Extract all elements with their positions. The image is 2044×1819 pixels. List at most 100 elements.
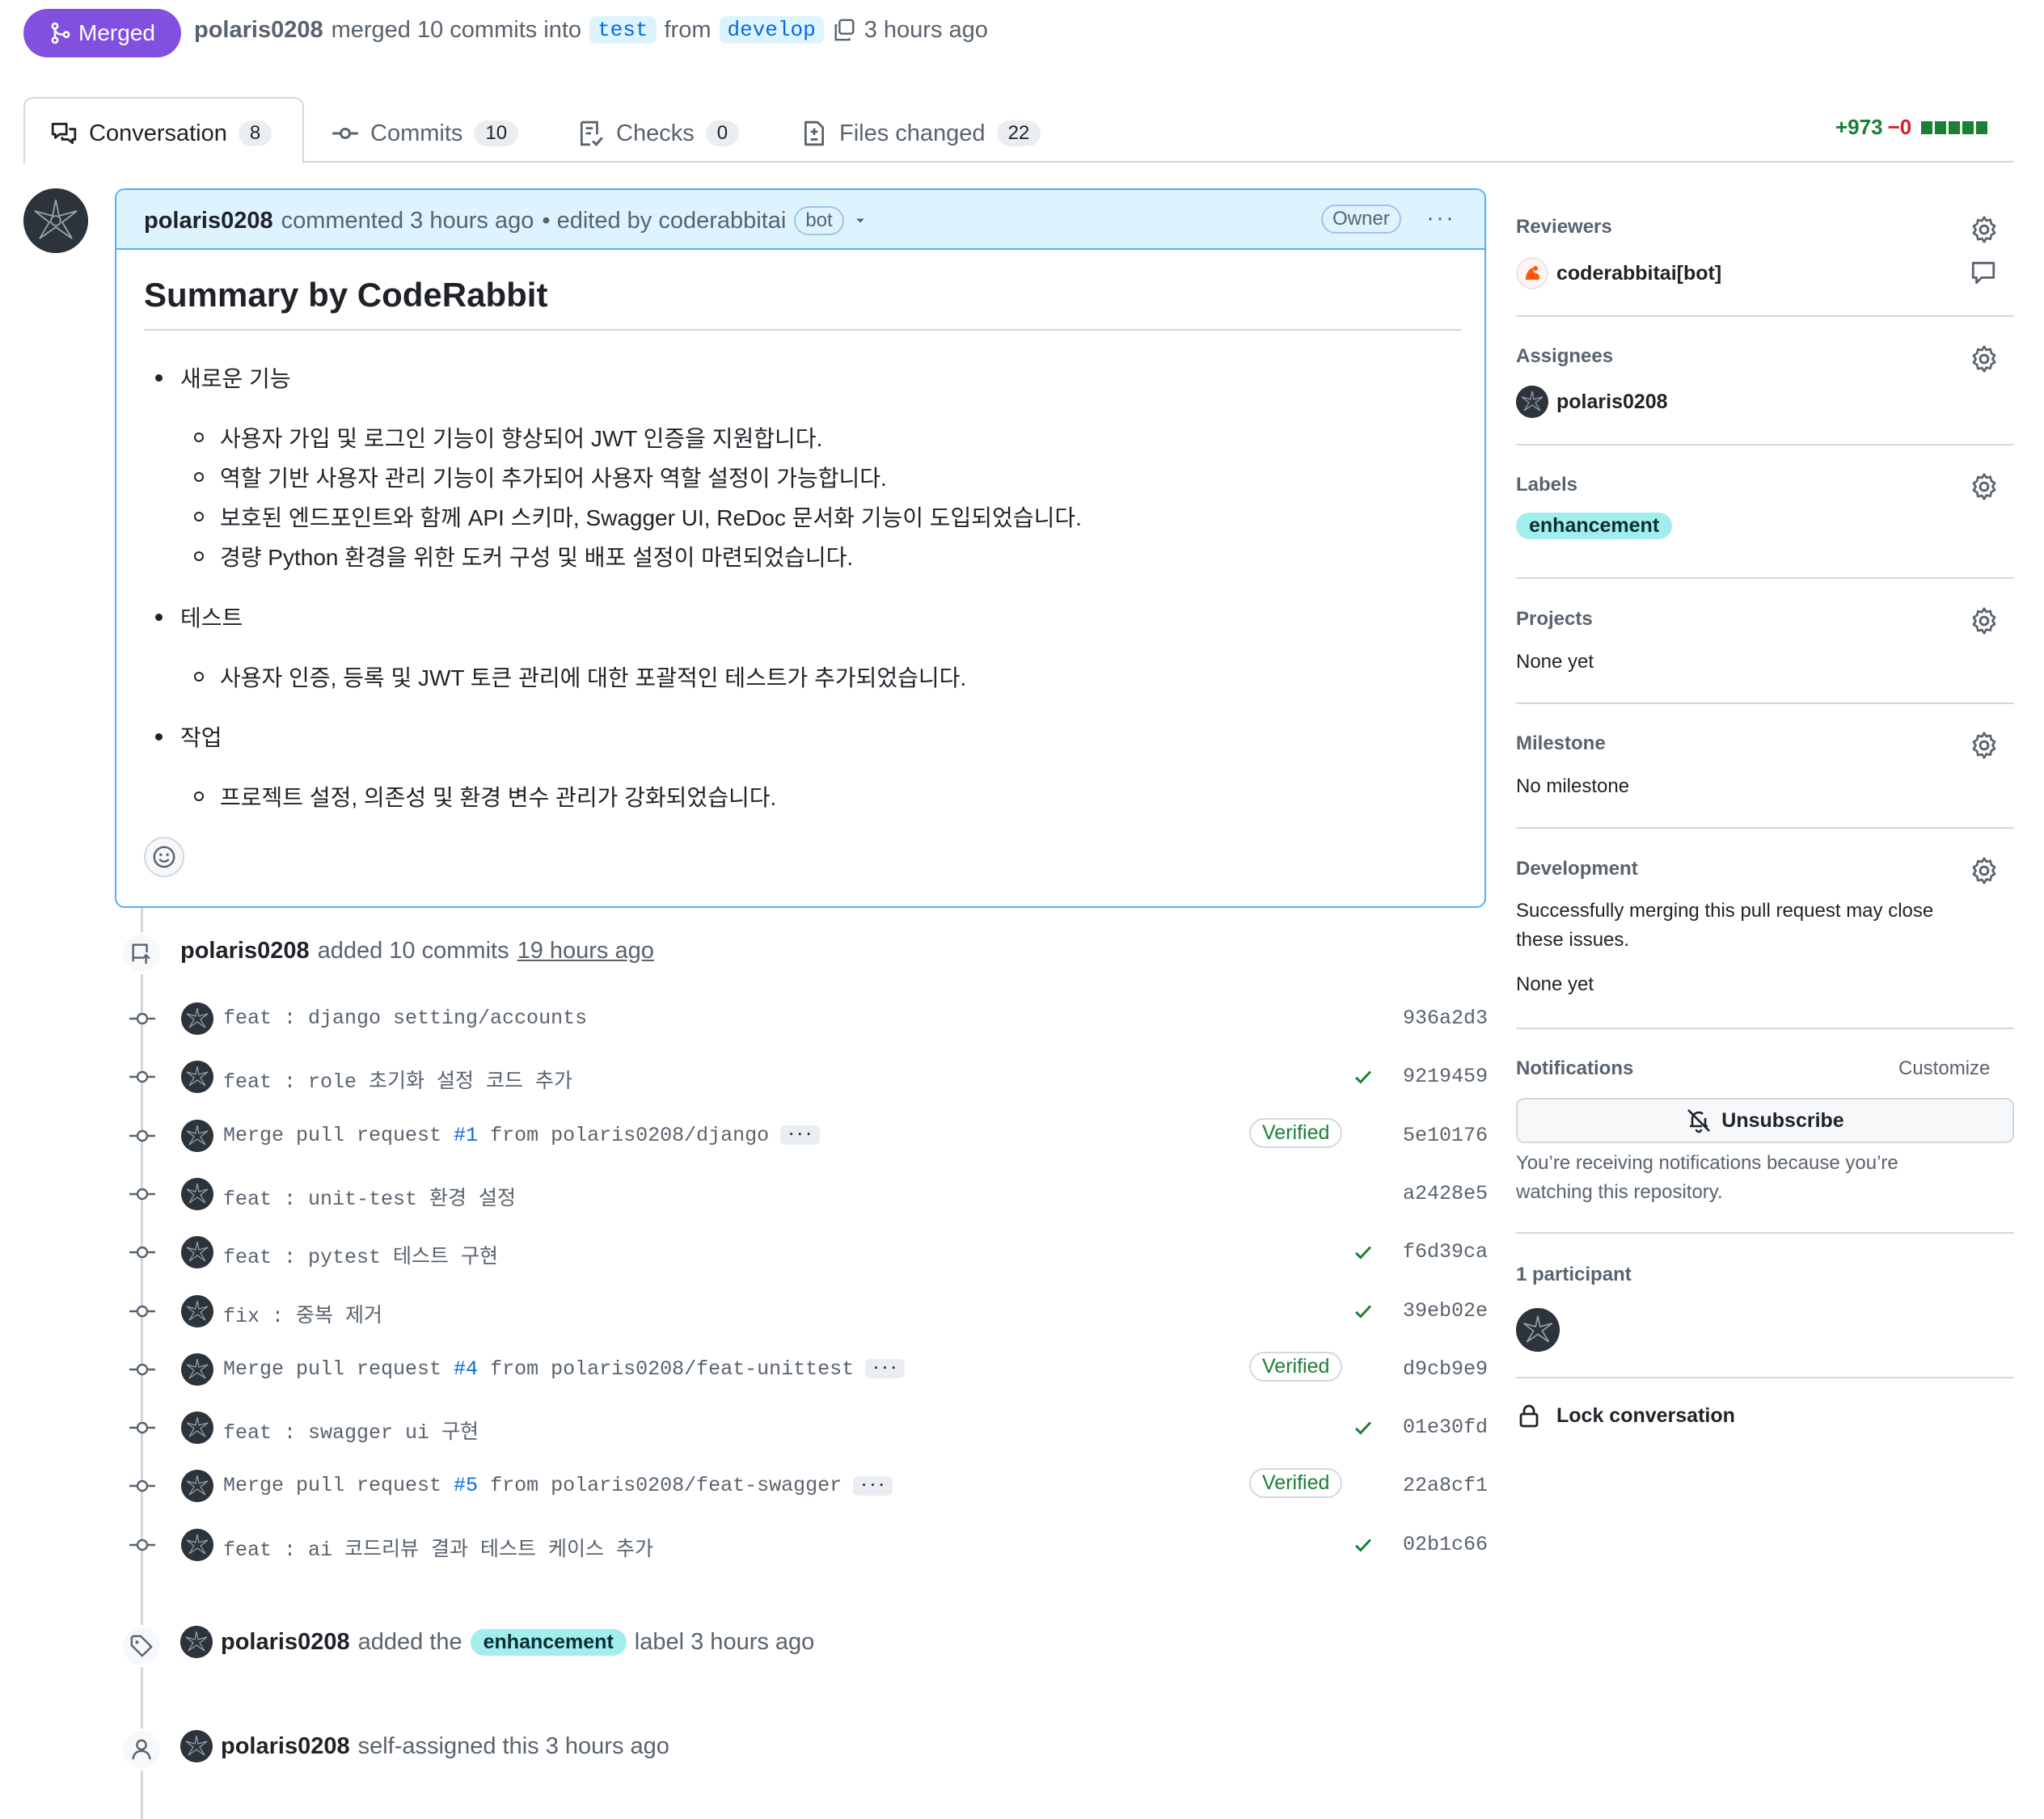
projects-heading[interactable]: Projects: [1516, 608, 1593, 631]
commit-author-avatar[interactable]: [181, 1412, 213, 1445]
commit-author-avatar[interactable]: [181, 1470, 213, 1503]
commit-row[interactable]: Merge pull request #4 from polaris0208/f…: [129, 1349, 1488, 1390]
expand-commit-body-button[interactable]: ···: [853, 1475, 893, 1496]
gear-icon[interactable]: [1970, 731, 1999, 760]
commits-event-time[interactable]: 19 hours ago: [517, 938, 654, 964]
commit-row[interactable]: Merge pull request #5 from polaris0208/f…: [129, 1466, 1488, 1506]
comment-author-avatar[interactable]: [23, 188, 88, 253]
commit-row[interactable]: fix : 중복 제거 39eb02e: [129, 1291, 1488, 1332]
commit-row[interactable]: feat : unit-test 환경 설정 a2428e5: [129, 1174, 1488, 1214]
commit-message[interactable]: fix : 중복 제거: [223, 1299, 382, 1328]
label-event-avatar[interactable]: [180, 1626, 213, 1658]
gear-icon[interactable]: [1970, 606, 1999, 635]
commit-message[interactable]: Merge pull request #5 from polaris0208/f…: [223, 1474, 893, 1497]
commit-sha-link[interactable]: 22a8cf1: [1403, 1474, 1488, 1497]
commits-event-author[interactable]: polaris0208: [180, 938, 310, 964]
development-heading[interactable]: Development: [1516, 858, 1638, 880]
commit-message[interactable]: feat : pytest 테스트 구현: [223, 1240, 498, 1269]
check-icon[interactable]: [1352, 1242, 1375, 1263]
unsubscribe-button[interactable]: Unsubscribe: [1516, 1098, 2014, 1143]
commit-sha-link[interactable]: d9cb9e9: [1403, 1357, 1488, 1381]
tab-commits[interactable]: Commits 10: [332, 113, 519, 154]
tab-checks[interactable]: Checks 0: [577, 113, 740, 154]
check-icon[interactable]: [1352, 1301, 1375, 1322]
notifications-heading: Notifications: [1516, 1057, 1634, 1079]
commit-row[interactable]: feat : role 초기화 설정 코드 추가 9219459: [129, 1057, 1488, 1097]
participant-avatar[interactable]: [1516, 1308, 1560, 1352]
commit-message[interactable]: feat : ai 코드리뷰 결과 테스트 케이스 추가: [223, 1533, 653, 1562]
commit-author-avatar[interactable]: [181, 1353, 213, 1386]
copy-icon[interactable]: [832, 18, 856, 42]
lock-conversation-button[interactable]: Lock conversation: [1516, 1403, 1735, 1429]
head-branch[interactable]: develop: [719, 16, 824, 44]
commit-sha-link[interactable]: 5e10176: [1403, 1124, 1488, 1147]
expand-commit-body-button[interactable]: ···: [780, 1125, 820, 1146]
commit-row[interactable]: Merge pull request #1 from polaris0208/d…: [129, 1116, 1488, 1156]
customize-link[interactable]: Customize: [1898, 1057, 1990, 1080]
commit-message[interactable]: feat : swagger ui 구현: [223, 1416, 479, 1445]
pr-link[interactable]: #4: [454, 1357, 478, 1381]
kebab-horizontal-icon[interactable]: ···: [1426, 205, 1455, 232]
assign-event-avatar[interactable]: [180, 1730, 213, 1762]
commit-sha-link[interactable]: f6d39ca: [1403, 1240, 1488, 1264]
commit-message[interactable]: feat : role 초기화 설정 코드 추가: [223, 1065, 572, 1094]
commit-sha-link[interactable]: 02b1c66: [1403, 1533, 1488, 1556]
commit-author-avatar[interactable]: [181, 1061, 213, 1094]
commit-author-avatar[interactable]: [181, 1528, 213, 1561]
gear-icon[interactable]: [1970, 344, 1999, 374]
commit-author-avatar[interactable]: [181, 1294, 213, 1327]
commit-author-avatar[interactable]: [181, 1236, 213, 1269]
commit-message[interactable]: feat : django setting/accounts: [223, 1007, 587, 1030]
commit-author-avatar[interactable]: [181, 1119, 213, 1152]
label-event-author[interactable]: polaris0208: [221, 1629, 350, 1656]
assignees-heading[interactable]: Assignees: [1516, 345, 1613, 368]
check-icon[interactable]: [1352, 1534, 1375, 1555]
commit-row[interactable]: feat : django setting/accounts 936a2d3: [129, 998, 1488, 1039]
commit-message[interactable]: Merge pull request #1 from polaris0208/d…: [223, 1124, 820, 1147]
verified-badge[interactable]: Verified: [1249, 1351, 1343, 1382]
expand-commit-body-button[interactable]: ···: [865, 1359, 905, 1379]
comment-icon[interactable]: [1970, 259, 1997, 286]
assignee-item[interactable]: polaris0208: [1516, 386, 1668, 418]
commit-row[interactable]: feat : swagger ui 구현 01e30fd: [129, 1408, 1488, 1448]
sidebar-label-enhancement[interactable]: enhancement: [1516, 513, 1673, 539]
labels-heading[interactable]: Labels: [1516, 474, 1577, 496]
base-branch[interactable]: test: [589, 16, 657, 44]
from-text: from: [664, 16, 712, 43]
commit-sha-link[interactable]: 9219459: [1403, 1065, 1488, 1088]
pr-link[interactable]: #5: [454, 1474, 478, 1497]
pr-link[interactable]: #1: [454, 1124, 478, 1147]
comment-author-link[interactable]: polaris0208: [144, 208, 273, 234]
tab-files-changed[interactable]: Files changed 22: [800, 113, 1041, 154]
summary-divider: [144, 329, 1462, 331]
gear-icon[interactable]: [1970, 856, 1999, 885]
milestone-heading[interactable]: Milestone: [1516, 732, 1606, 755]
commit-sha-link[interactable]: 39eb02e: [1403, 1299, 1488, 1323]
verified-badge[interactable]: Verified: [1249, 1468, 1343, 1499]
tab-conversation[interactable]: Conversation 8: [50, 113, 272, 154]
gear-icon[interactable]: [1970, 215, 1999, 244]
verified-badge[interactable]: Verified: [1249, 1117, 1343, 1148]
commit-author-avatar[interactable]: [181, 1177, 213, 1210]
reviewer-item[interactable]: coderabbitai[bot]: [1516, 257, 1721, 289]
enhancement-label[interactable]: enhancement: [470, 1628, 627, 1656]
check-icon[interactable]: [1352, 1066, 1375, 1087]
commits-added-event: polaris0208 added 10 commits 19 hours ag…: [180, 938, 654, 964]
gear-icon[interactable]: [1970, 472, 1999, 501]
assign-event-author[interactable]: polaris0208: [221, 1733, 350, 1760]
reviewers-heading[interactable]: Reviewers: [1516, 216, 1612, 238]
check-icon[interactable]: [1352, 1417, 1375, 1438]
comment-edited[interactable]: • edited by coderabbitai: [542, 208, 786, 234]
git-commit-icon: [129, 1300, 155, 1323]
commit-message[interactable]: feat : unit-test 환경 설정: [223, 1182, 516, 1211]
commit-author-avatar[interactable]: [181, 1002, 213, 1035]
commit-sha-link[interactable]: 01e30fd: [1403, 1416, 1488, 1439]
chevron-down-icon[interactable]: [852, 213, 868, 229]
commit-row[interactable]: feat : ai 코드리뷰 결과 테스트 케이스 추가 02b1c66: [129, 1525, 1488, 1565]
add-reaction-button[interactable]: [144, 837, 184, 877]
merge-author-link[interactable]: polaris0208: [194, 17, 323, 44]
commit-sha-link[interactable]: a2428e5: [1403, 1182, 1488, 1205]
commit-row[interactable]: feat : pytest 테스트 구현 f6d39ca: [129, 1232, 1488, 1272]
commit-sha-link[interactable]: 936a2d3: [1403, 1007, 1488, 1030]
commit-message[interactable]: Merge pull request #4 from polaris0208/f…: [223, 1357, 905, 1381]
